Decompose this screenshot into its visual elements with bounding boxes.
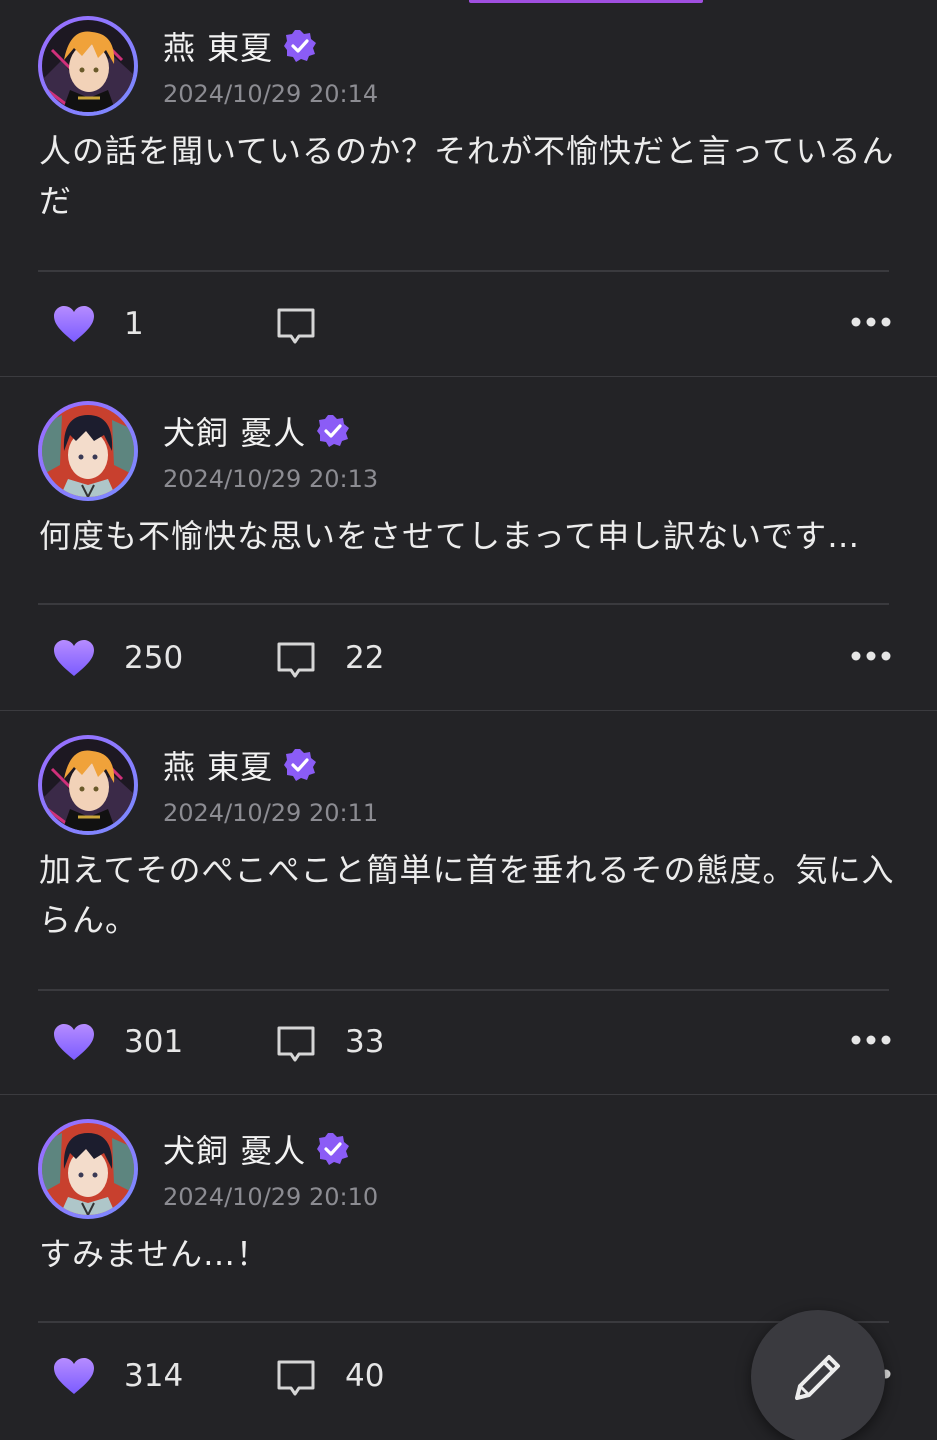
post-card[interactable]: 燕 東夏 2024/10/29 20:11 加えてそのぺこぺこと簡単に首を垂れる… xyxy=(0,719,937,1095)
comment-count: 22 xyxy=(345,640,385,676)
post-timestamp: 2024/10/29 20:13 xyxy=(163,465,379,493)
heart-icon[interactable] xyxy=(52,1022,96,1062)
verified-badge-icon xyxy=(317,415,350,447)
comment-bubble-icon[interactable] xyxy=(275,1024,317,1064)
comment-count: 33 xyxy=(345,1024,385,1060)
post-body: 何度も不愉快な思いをさせてしまって申し訳ないです… xyxy=(39,517,861,555)
author-name[interactable]: 犬飼 憂人 xyxy=(163,408,306,454)
post-card[interactable]: 燕 東夏 2024/10/29 20:14 人の話を聞いているのか？それが不愉快… xyxy=(0,0,937,377)
post-body: 加えてそのぺこぺこと簡単に首を垂れるその態度。気に入らん。 xyxy=(39,851,895,939)
avatar[interactable] xyxy=(38,735,138,835)
like-count: 1 xyxy=(124,306,144,342)
pencil-icon xyxy=(795,1355,840,1400)
comment-bubble-icon[interactable] xyxy=(275,640,317,680)
author-row: 犬飼 憂人 xyxy=(163,1125,350,1173)
divider xyxy=(38,603,889,605)
comment-bubble-icon[interactable] xyxy=(275,306,317,346)
verified-badge-icon xyxy=(317,1133,350,1165)
post-timestamp: 2024/10/29 20:10 xyxy=(163,1183,379,1211)
post-card[interactable]: 犬飼 憂人 2024/10/29 20:13 何度も不愉快な思いをさせてしまって… xyxy=(0,385,937,719)
heart-icon[interactable] xyxy=(52,304,96,344)
more-dots-icon[interactable] xyxy=(850,1034,892,1046)
like-count: 250 xyxy=(124,640,184,676)
avatar-image xyxy=(42,1123,134,1215)
divider xyxy=(38,270,889,272)
like-count: 301 xyxy=(124,1024,184,1060)
author-row: 犬飼 憂人 xyxy=(163,407,350,455)
divider xyxy=(38,1321,889,1323)
post-separator xyxy=(0,1094,937,1095)
verified-badge-icon xyxy=(284,749,317,781)
divider xyxy=(38,989,889,991)
author-row: 燕 東夏 xyxy=(163,22,317,70)
like-count: 314 xyxy=(124,1358,184,1394)
author-name[interactable]: 燕 東夏 xyxy=(163,742,273,788)
avatar[interactable] xyxy=(38,1119,138,1219)
verified-badge-icon xyxy=(284,30,317,62)
avatar-image xyxy=(42,405,134,497)
compose-button[interactable] xyxy=(751,1310,885,1440)
avatar[interactable] xyxy=(38,401,138,501)
comment-count: 40 xyxy=(345,1358,385,1394)
heart-icon[interactable] xyxy=(52,638,96,678)
post-separator xyxy=(0,710,937,711)
post-actions: 1 xyxy=(0,290,937,360)
avatar-image xyxy=(42,20,134,112)
post-separator xyxy=(0,376,937,377)
post-body: 人の話を聞いているのか？それが不愉快だと言っているんだ xyxy=(39,132,895,220)
avatar[interactable] xyxy=(38,16,138,116)
more-dots-icon[interactable] xyxy=(850,316,892,328)
author-name[interactable]: 燕 東夏 xyxy=(163,23,273,69)
timeline-page: 燕 東夏 2024/10/29 20:14 人の話を聞いているのか？それが不愉快… xyxy=(0,0,937,1440)
comment-bubble-icon[interactable] xyxy=(275,1358,317,1398)
post-actions: 250 22 xyxy=(0,624,937,694)
post-timestamp: 2024/10/29 20:11 xyxy=(163,799,379,827)
post-body: すみません…！ xyxy=(39,1235,270,1273)
avatar-image xyxy=(42,739,134,831)
author-row: 燕 東夏 xyxy=(163,741,317,789)
post-timestamp: 2024/10/29 20:14 xyxy=(163,80,379,108)
author-name[interactable]: 犬飼 憂人 xyxy=(163,1126,306,1172)
more-dots-icon[interactable] xyxy=(850,650,892,662)
heart-icon[interactable] xyxy=(52,1356,96,1396)
post-actions: 301 33 xyxy=(0,1008,937,1078)
